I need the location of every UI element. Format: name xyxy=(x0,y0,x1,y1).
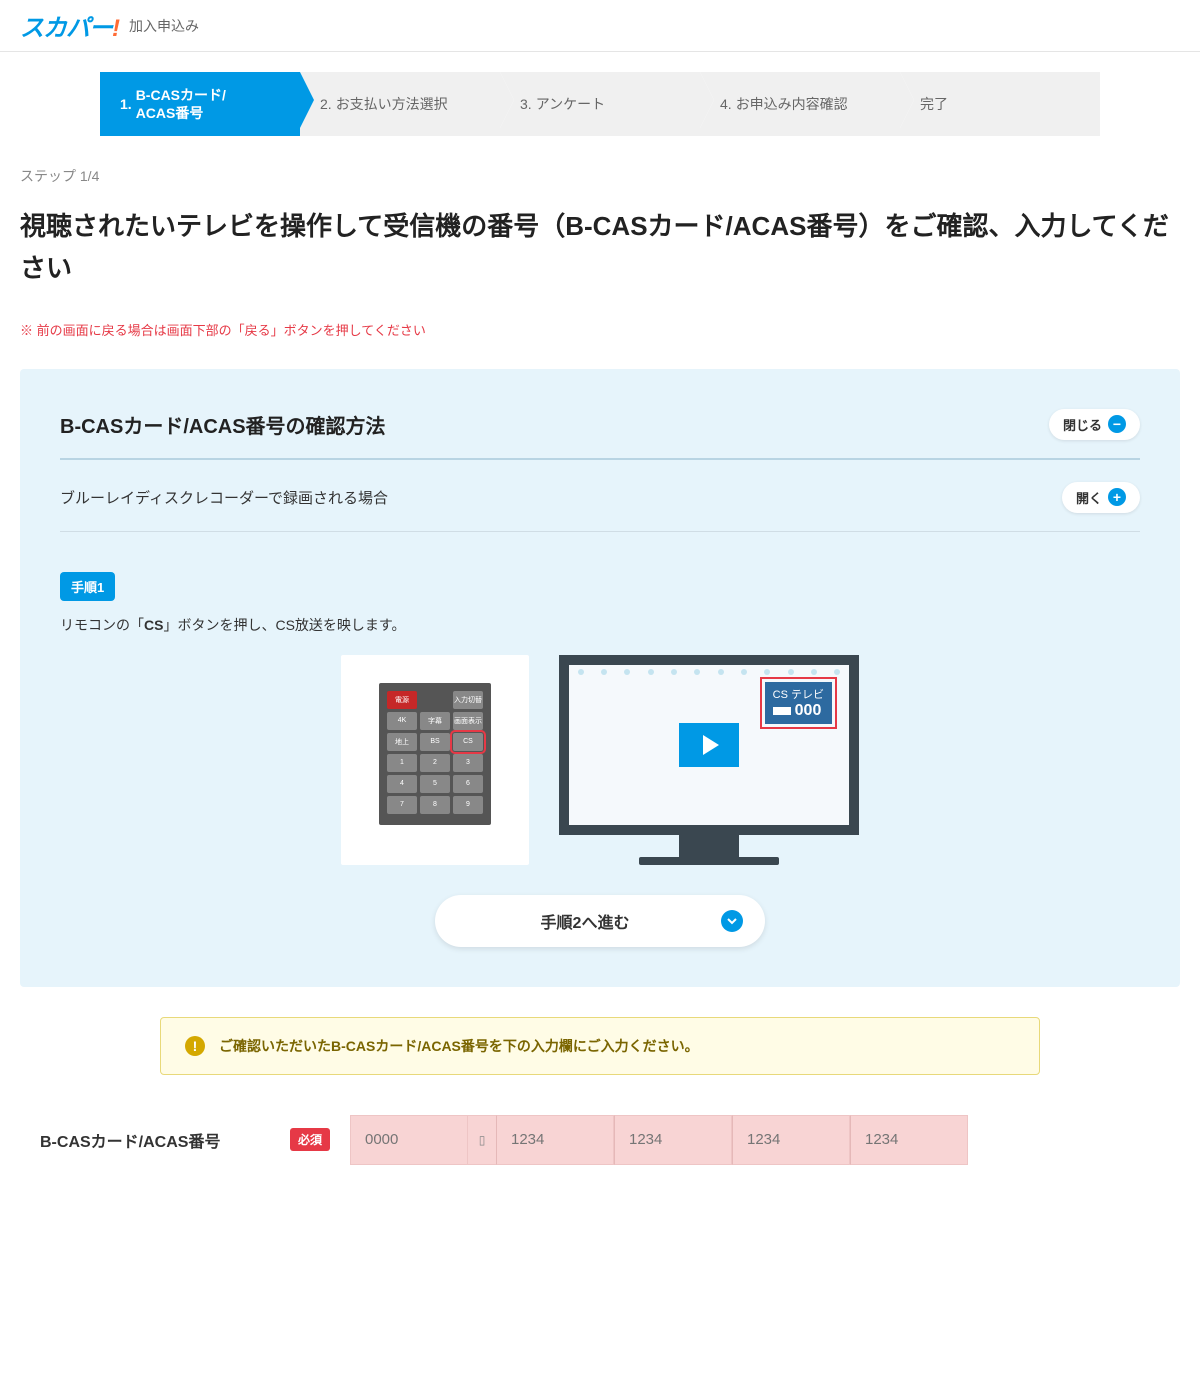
progress-stepper: 1. B-CASカード/ACAS番号 2. お支払い方法選択 3. アンケート … xyxy=(100,72,1100,136)
card-number-row: B-CASカード/ACAS番号 必須 ▯ xyxy=(20,1115,1180,1165)
instruction-panel: B-CASカード/ACAS番号の確認方法 閉じる − ブルーレイディスクレコーダ… xyxy=(20,369,1180,987)
next-step-button[interactable]: 手順2へ進む xyxy=(435,895,765,947)
step-1: 1. B-CASカード/ACAS番号 xyxy=(100,72,300,136)
subsection-title: ブルーレイディスクレコーダーで録画される場合 xyxy=(60,487,388,508)
step-2: 2. お支払い方法選択 xyxy=(300,72,500,136)
remote-illustration: 電源入力切替 4K字幕画面表示 地上BSCS 123 456 789 xyxy=(341,655,529,865)
play-icon xyxy=(679,723,739,767)
chevron-down-icon xyxy=(721,910,743,932)
back-warning: ※ 前の画面に戻る場合は画面下部の「戻る」ボタンを押してください xyxy=(20,320,1180,339)
header-subtitle: 加入申込み xyxy=(129,16,199,36)
step-indicator: ステップ 1/4 xyxy=(20,166,1180,186)
minus-icon: − xyxy=(1108,415,1126,433)
open-subsection-button[interactable]: 開く + xyxy=(1062,482,1140,513)
step-done: 完了 xyxy=(900,72,1100,136)
field-label: B-CASカード/ACAS番号 xyxy=(40,1128,220,1152)
alert-text: ご確認いただいたB-CASカード/ACAS番号を下の入力欄にご入力ください。 xyxy=(219,1036,699,1056)
card-input-4[interactable] xyxy=(732,1115,850,1165)
logo[interactable]: スカパー! xyxy=(20,8,119,43)
warning-icon: ! xyxy=(185,1036,205,1056)
required-badge: 必須 xyxy=(290,1128,330,1151)
input-separator-icon: ▯ xyxy=(468,1115,496,1165)
panel-title: B-CASカード/ACAS番号の確認方法 xyxy=(60,410,386,439)
step-badge: 手順1 xyxy=(60,572,115,601)
card-input-1[interactable] xyxy=(350,1115,468,1165)
step-description: リモコンの「CS」ボタンを押し、CS放送を映します。 xyxy=(60,615,1140,635)
input-alert: ! ご確認いただいたB-CASカード/ACAS番号を下の入力欄にご入力ください。 xyxy=(160,1017,1040,1075)
step-4: 4. お申込み内容確認 xyxy=(700,72,900,136)
step-3: 3. アンケート xyxy=(500,72,700,136)
next-step-label: 手順2へ進む xyxy=(457,909,713,933)
tv-illustration: CS テレビ 000 xyxy=(559,655,859,865)
logo-bang: ! xyxy=(112,15,119,42)
close-label: 閉じる xyxy=(1063,415,1102,434)
cs-button-highlight: CS xyxy=(453,733,483,751)
open-label: 開く xyxy=(1076,488,1102,507)
logo-text: スカパー xyxy=(20,15,112,42)
channel-label-highlight: CS テレビ 000 xyxy=(760,677,837,729)
card-input-5[interactable] xyxy=(850,1115,968,1165)
close-panel-button[interactable]: 閉じる − xyxy=(1049,409,1140,440)
card-input-2[interactable] xyxy=(496,1115,614,1165)
page-title: 視聴されたいテレビを操作して受信機の番号（B-CASカード/ACAS番号）をご確… xyxy=(20,206,1180,289)
plus-icon: + xyxy=(1108,488,1126,506)
card-number-inputs: ▯ xyxy=(350,1115,968,1165)
card-input-3[interactable] xyxy=(614,1115,732,1165)
